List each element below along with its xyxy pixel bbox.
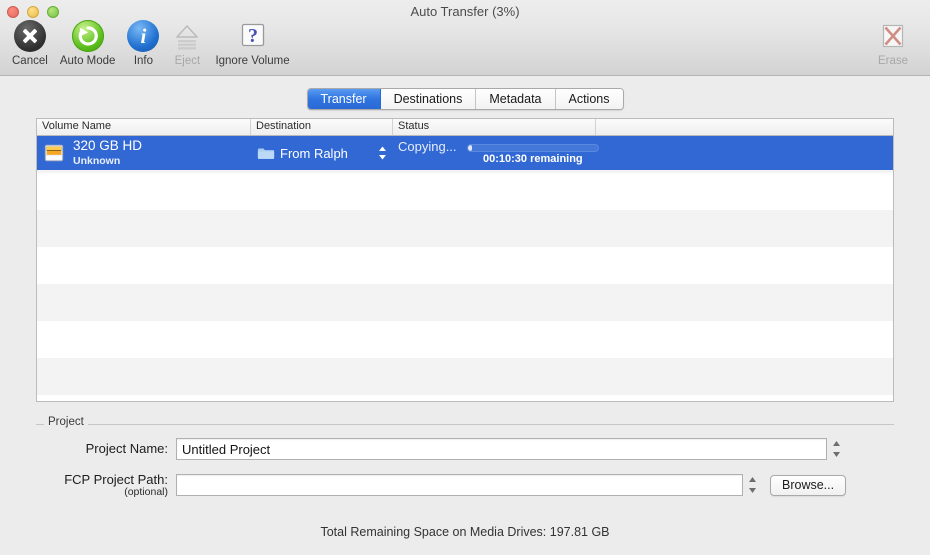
volume-text-group: 320 GB HD Unknown	[73, 139, 142, 166]
table-header: Volume Name Destination Status	[37, 119, 893, 136]
info-letter: i	[140, 23, 147, 48]
toolbar-label-eject: Eject	[174, 55, 201, 67]
destination-stepper[interactable]	[378, 145, 387, 161]
volume-name-label: 320 GB HD	[73, 138, 143, 154]
window-title: Auto Transfer (3%)	[410, 4, 520, 19]
fcp-project-path-row: FCP Project Path: (optional) Browse...	[36, 473, 847, 498]
toolbar: Auto Transfer (3%) Cancel Auto Mode i In…	[0, 0, 930, 76]
tab-destinations[interactable]: Destinations	[380, 89, 477, 109]
column-header-volume-name[interactable]: Volume Name	[37, 119, 251, 135]
project-name-label: Project Name:	[85, 441, 168, 457]
column-header-spacer	[596, 119, 893, 135]
volumes-table: Volume Name Destination Status 320 GB HD…	[36, 118, 894, 402]
table-stripe	[37, 247, 893, 284]
toolbar-label-ignore-volume: Ignore Volume	[215, 55, 290, 67]
hard-drive-icon	[44, 144, 64, 162]
cell-status: Copying... 00:10:30 remaining	[393, 136, 893, 170]
cancel-icon	[13, 20, 46, 52]
project-name-stepper[interactable]	[831, 439, 842, 459]
table-row[interactable]: 320 GB HD Unknown From Ralph Copying... …	[37, 136, 893, 170]
tab-actions[interactable]: Actions	[555, 89, 623, 109]
browse-button[interactable]: Browse...	[770, 474, 847, 496]
toolbar-button-auto-mode[interactable]: Auto Mode	[54, 20, 122, 67]
project-name-row: Project Name: Untitled Project	[36, 438, 842, 460]
toolbar-label-erase: Erase	[877, 55, 909, 67]
table-stripe	[37, 284, 893, 321]
column-header-status[interactable]: Status	[393, 119, 596, 135]
toolbar-label-auto-mode: Auto Mode	[59, 55, 116, 67]
info-icon: i	[127, 20, 160, 52]
fcp-project-path-stepper[interactable]	[747, 475, 758, 495]
progress-bar	[467, 144, 599, 152]
ignore-volume-question-icon: ?	[237, 20, 269, 52]
table-body: 320 GB HD Unknown From Ralph Copying... …	[37, 136, 893, 401]
eject-icon	[171, 20, 203, 52]
table-stripe	[37, 173, 893, 210]
project-group-label: Project	[44, 416, 88, 428]
folder-icon	[257, 148, 275, 159]
column-header-destination[interactable]: Destination	[251, 119, 393, 135]
tab-metadata[interactable]: Metadata	[476, 89, 556, 109]
toolbar-button-cancel[interactable]: Cancel	[6, 20, 54, 67]
toolbar-button-eject: Eject	[165, 20, 209, 67]
fcp-path-label-optional: (optional)	[124, 485, 168, 498]
erase-x-icon	[877, 20, 909, 52]
volume-subtitle-label: Unknown	[73, 154, 121, 167]
table-stripe	[37, 321, 893, 358]
cell-destination[interactable]: From Ralph	[251, 136, 393, 170]
toolbar-button-erase: Erase	[864, 20, 922, 67]
table-stripe	[37, 210, 893, 247]
toolbar-label-cancel: Cancel	[12, 55, 48, 67]
toolbar-button-info[interactable]: i Info	[121, 20, 165, 67]
status-label: Copying...	[398, 139, 457, 154]
cell-volume-name: 320 GB HD Unknown	[37, 136, 251, 170]
fcp-project-path-label: FCP Project Path: (optional)	[36, 473, 168, 498]
fcp-project-path-input[interactable]	[176, 474, 743, 497]
fcp-path-label-main: FCP Project Path:	[64, 472, 168, 487]
destination-label: From Ralph	[280, 145, 348, 161]
tab-transfer[interactable]: Transfer	[307, 89, 381, 109]
toolbar-button-ignore-volume[interactable]: ? Ignore Volume	[209, 20, 295, 67]
svg-text:?: ?	[248, 25, 258, 47]
table-stripe	[37, 358, 893, 395]
toolbar-label-info: Info	[133, 55, 154, 67]
progress-bar-fill	[468, 145, 472, 151]
project-name-input[interactable]: Untitled Project	[176, 438, 827, 460]
project-group: Project Project Name: Untitled Project F…	[36, 416, 894, 504]
footer-status: Total Remaining Space on Media Drives: 1…	[320, 525, 610, 539]
time-remaining-label: 00:10:30 remaining	[483, 153, 583, 165]
tab-group: Transfer Destinations Metadata Actions	[306, 88, 624, 110]
tab-bar: Transfer Destinations Metadata Actions	[0, 88, 930, 110]
toolbar-items: Cancel Auto Mode i Info Eject ? Ignore V…	[6, 20, 296, 67]
app-window: Auto Transfer (3%) Cancel Auto Mode i In…	[0, 0, 930, 555]
auto-mode-refresh-icon	[71, 20, 104, 52]
